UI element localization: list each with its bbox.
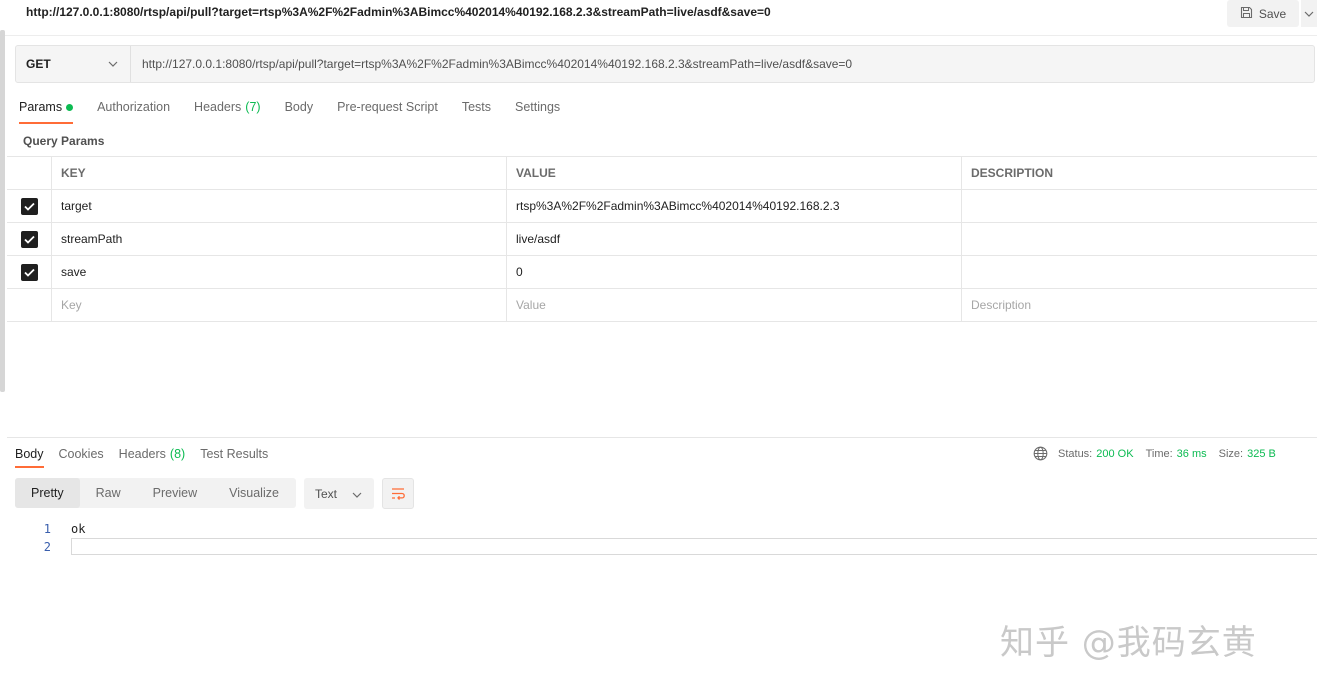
tab-pre-request-script-label: Pre-request Script [337, 100, 438, 114]
row-checkbox-cell [7, 256, 52, 288]
tab-headers[interactable]: Headers (7) [194, 96, 261, 124]
table-header-row: KEY VALUE DESCRIPTION [7, 157, 1317, 190]
checkmark-icon [23, 268, 35, 277]
title-bar: http://127.0.0.1:8080/rtsp/api/pull?targ… [5, 0, 1317, 36]
response-tab-headers-label: Headers [118, 447, 166, 461]
query-params-heading: Query Params [23, 134, 105, 148]
format-dropdown[interactable]: Text [304, 478, 374, 509]
save-label: Save [1258, 6, 1287, 21]
left-scrollbar[interactable] [0, 30, 5, 392]
tab-settings[interactable]: Settings [515, 96, 560, 124]
header-key: KEY [52, 157, 507, 189]
request-tabs: Params Authorization Headers (7) Body Pr… [19, 96, 560, 124]
save-button[interactable]: Save [1227, 0, 1299, 27]
tab-body[interactable]: Body [285, 96, 314, 124]
response-tab-body-label: Body [15, 447, 44, 461]
table-row: streamPath live/asdf [7, 223, 1317, 256]
param-key[interactable]: save [52, 256, 507, 288]
param-description[interactable] [962, 223, 1317, 255]
param-checkbox[interactable] [20, 230, 38, 248]
param-description[interactable] [962, 256, 1317, 288]
tab-tests[interactable]: Tests [462, 96, 491, 124]
response-headers-count: (8) [169, 447, 186, 461]
header-description: DESCRIPTION [971, 166, 1054, 180]
tab-settings-label: Settings [515, 100, 561, 114]
param-value[interactable]: rtsp%3A%2F%2Fadmin%3ABimcc%402014%40192.… [507, 190, 962, 222]
tab-headers-label: Headers [194, 100, 242, 114]
tab-pre-request-script[interactable]: Pre-request Script [337, 96, 438, 124]
checkmark-icon [23, 202, 35, 211]
status-label: Status: [1058, 447, 1093, 460]
method-label: GET [26, 57, 51, 71]
code-line: 1 ok [15, 520, 1317, 538]
param-checkbox[interactable] [20, 263, 38, 281]
response-status: Status: 200 OK Time: 36 ms Size: 325 B [1033, 446, 1284, 461]
headers-count: (7) [245, 100, 261, 114]
response-tab-body[interactable]: Body [15, 444, 44, 468]
wrap-lines-button[interactable] [382, 478, 414, 509]
row-checkbox-cell [7, 223, 52, 255]
param-description[interactable] [962, 190, 1317, 222]
param-key[interactable]: streamPath [52, 223, 507, 255]
save-dropdown-chevron-icon[interactable] [1301, 0, 1317, 27]
view-preview[interactable]: Preview [137, 478, 213, 508]
response-tabs: Body Cookies Headers (8) Test Results [15, 444, 268, 468]
format-label: Text [315, 486, 338, 501]
tab-authorization-label: Authorization [97, 100, 171, 114]
response-tab-cookies[interactable]: Cookies [59, 444, 104, 468]
request-title[interactable]: http://127.0.0.1:8080/rtsp/api/pull?targ… [26, 5, 771, 19]
response-tab-cookies-label: Cookies [58, 447, 104, 461]
save-icon [1240, 6, 1253, 22]
view-pretty[interactable]: Pretty [15, 478, 80, 508]
new-description-input[interactable]: Description [962, 289, 1317, 321]
response-tab-test-results-label: Test Results [200, 447, 269, 461]
active-line-highlight [71, 538, 1317, 555]
param-value[interactable]: 0 [507, 256, 962, 288]
param-key[interactable]: target [52, 190, 507, 222]
code-line: 2 [15, 538, 1317, 556]
watermark: 知乎 @我码玄黄 [1000, 623, 1257, 663]
url-bar: GET http://127.0.0.1:8080/rtsp/api/pull?… [15, 45, 1315, 83]
globe-icon[interactable] [1033, 446, 1048, 461]
response-body-editor[interactable]: 1 ok 2 [15, 520, 1317, 556]
chevron-down-icon [352, 487, 362, 501]
tab-params[interactable]: Params [19, 96, 74, 124]
header-value: VALUE [507, 157, 962, 189]
response-divider[interactable] [7, 437, 1317, 438]
checkmark-icon [23, 235, 35, 244]
size-label: Size: [1218, 447, 1244, 460]
response-tab-headers[interactable]: Headers (8) [119, 444, 186, 468]
table-row-new: Key Value Description [7, 289, 1317, 322]
param-checkbox[interactable] [20, 197, 38, 215]
tab-authorization[interactable]: Authorization [97, 96, 170, 124]
chevron-down-icon [108, 59, 118, 70]
tab-params-label: Params [19, 100, 63, 114]
time-label: Time: [1145, 447, 1173, 460]
tab-body-label: Body [284, 100, 314, 114]
view-visualize[interactable]: Visualize [213, 478, 295, 508]
params-active-dot [66, 104, 74, 111]
status-value[interactable]: 200 OK [1096, 448, 1133, 460]
table-row: target rtsp%3A%2F%2Fadmin%3ABimcc%402014… [7, 190, 1317, 223]
code-text[interactable]: ok [71, 522, 85, 536]
row-checkbox-cell [7, 289, 52, 321]
row-checkbox-cell [7, 190, 52, 222]
url-input[interactable]: http://127.0.0.1:8080/rtsp/api/pull?targ… [131, 46, 852, 82]
size-value[interactable]: 325 B [1247, 448, 1276, 460]
view-raw[interactable]: Raw [80, 478, 137, 508]
header-check-cell [7, 157, 52, 189]
tab-tests-label: Tests [461, 100, 491, 114]
line-number: 1 [43, 522, 51, 536]
response-tab-test-results[interactable]: Test Results [200, 444, 268, 468]
query-params-table: KEY VALUE DESCRIPTION target rtsp%3A%2F%… [7, 156, 1317, 322]
table-row: save 0 [7, 256, 1317, 289]
view-mode-selector: Pretty Raw Preview Visualize [15, 478, 296, 508]
wrap-lines-icon [392, 487, 405, 500]
method-select[interactable]: GET [16, 46, 131, 82]
line-number: 2 [43, 540, 51, 554]
param-value[interactable]: live/asdf [507, 223, 962, 255]
new-value-input[interactable]: Value [507, 289, 962, 321]
new-key-input[interactable]: Key [52, 289, 507, 321]
time-value[interactable]: 36 ms [1177, 448, 1207, 460]
